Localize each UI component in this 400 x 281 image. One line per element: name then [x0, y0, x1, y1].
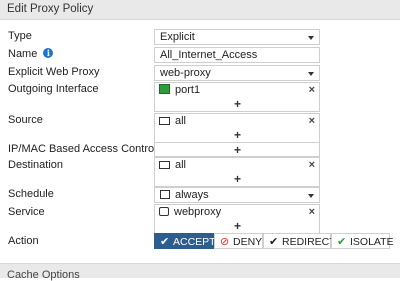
address-icon [159, 161, 170, 169]
network-interface-icon [159, 84, 170, 94]
outgoing-interface-entry[interactable]: port1 [159, 84, 200, 96]
ip-mac-label: IP/MAC Based Access Controli [8, 143, 173, 155]
name-value: All_Internet_Access [160, 49, 258, 61]
name-label-text: Name [8, 48, 38, 60]
add-icon[interactable]: + [234, 97, 241, 111]
remove-icon[interactable]: × [309, 84, 315, 96]
add-icon[interactable]: + [234, 172, 241, 186]
source-field[interactable]: all × + [154, 113, 320, 143]
check-icon: ✔ [269, 236, 279, 248]
service-label: Service [8, 206, 45, 218]
accept-button[interactable]: ✔ ACCEPT [154, 233, 216, 249]
check-icon: ✔ [160, 236, 170, 248]
destination-value: all [175, 159, 187, 171]
schedule-entry: always [160, 189, 209, 201]
outgoing-interface-value: port1 [175, 84, 201, 96]
name-input[interactable]: All_Internet_Access [154, 47, 320, 63]
service-entry[interactable]: webproxy [159, 206, 221, 218]
add-icon[interactable]: + [234, 143, 241, 157]
explicit-web-proxy-value: web-proxy [160, 67, 211, 79]
source-label: Source [8, 114, 43, 126]
ip-mac-label-text: IP/MAC Based Access Control [8, 143, 157, 155]
outgoing-interface-field[interactable]: port1 × + [154, 82, 320, 112]
explicit-web-proxy-select[interactable]: web-proxy [154, 65, 320, 81]
check-circle-icon: ✔ [337, 236, 347, 248]
add-icon[interactable]: + [234, 219, 241, 233]
remove-icon[interactable]: × [309, 159, 315, 171]
remove-icon[interactable]: × [309, 115, 315, 127]
chevron-down-icon [308, 194, 314, 198]
action-label: Action [8, 235, 39, 247]
chevron-down-icon [308, 36, 314, 40]
deny-icon: ⊘ [220, 236, 230, 248]
schedule-value: always [175, 189, 209, 201]
schedule-label: Schedule [8, 188, 54, 200]
isolate-label: ISOLATE [350, 236, 394, 248]
schedule-select[interactable]: always [154, 187, 320, 203]
destination-field[interactable]: all × + [154, 157, 320, 187]
name-label: Name i [8, 48, 54, 60]
accept-label: ACCEPT [173, 236, 216, 248]
ip-mac-field[interactable]: + [154, 142, 320, 157]
service-field[interactable]: webproxy × + [154, 204, 320, 234]
address-icon [159, 117, 170, 125]
dialog-header: Edit Proxy Policy [0, 0, 400, 20]
cache-options-header[interactable]: Cache Options [0, 263, 400, 281]
add-icon[interactable]: + [234, 128, 241, 142]
type-select[interactable]: Explicit [154, 29, 320, 45]
type-value: Explicit [160, 31, 195, 43]
source-entry[interactable]: all [159, 115, 186, 127]
redirect-label: REDIRECT [282, 236, 336, 248]
outgoing-interface-label: Outgoing Interface [8, 83, 99, 95]
service-value: webproxy [174, 206, 222, 218]
remove-icon[interactable]: × [309, 206, 315, 218]
redirect-button[interactable]: ✔ REDIRECT [263, 233, 336, 249]
info-icon[interactable]: i [43, 48, 54, 58]
calendar-icon [160, 190, 170, 199]
type-label: Type [8, 30, 32, 42]
destination-label: Destination [8, 159, 64, 171]
dialog-title: Edit Proxy Policy [7, 3, 94, 15]
explicit-web-proxy-label: Explicit Web Proxy [8, 66, 100, 78]
source-value: all [175, 115, 187, 127]
cache-options-title: Cache Options [7, 269, 80, 281]
destination-entry[interactable]: all [159, 159, 186, 171]
deny-button[interactable]: ⊘ DENY [214, 233, 263, 249]
chevron-down-icon [308, 72, 314, 76]
service-icon [159, 207, 169, 216]
isolate-button[interactable]: ✔ ISOLATE [331, 233, 394, 249]
deny-label: DENY [233, 236, 263, 248]
